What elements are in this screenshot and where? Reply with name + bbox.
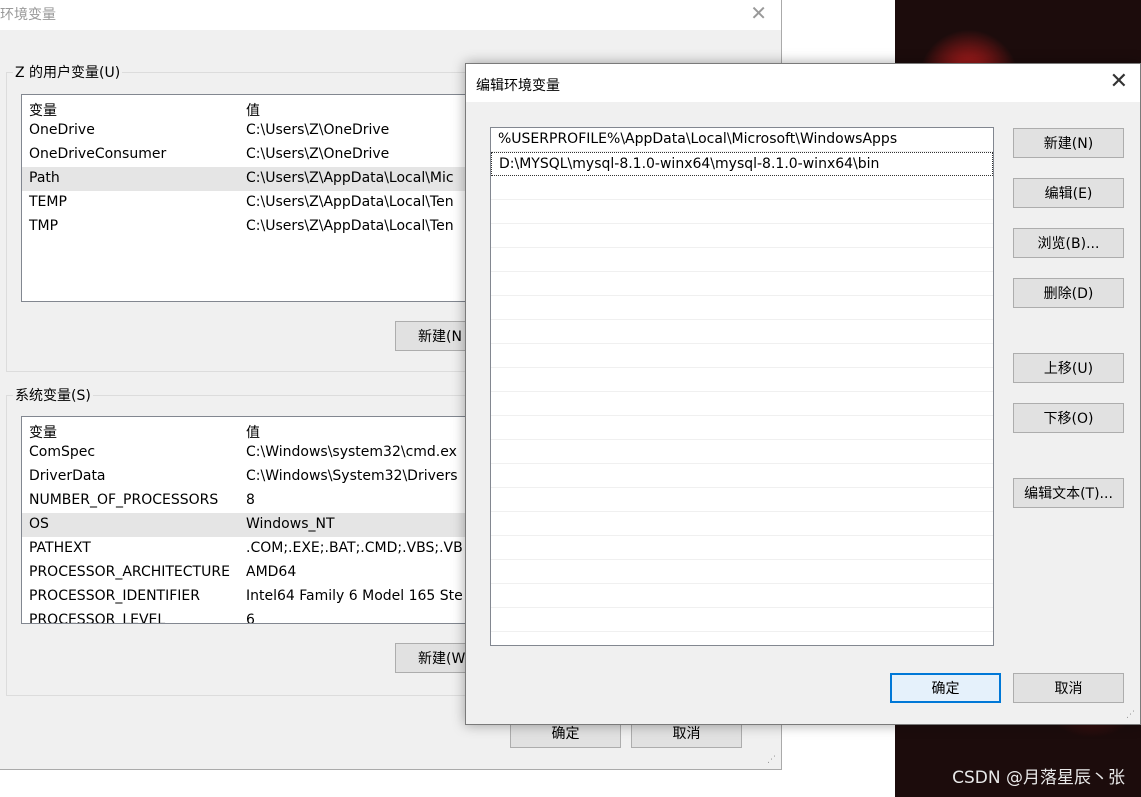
empty-row[interactable] <box>491 344 993 368</box>
list-item[interactable]: %USERPROFILE%\AppData\Local\Microsoft\Wi… <box>491 128 993 152</box>
list-item-focused[interactable]: D:\MYSQL\mysql-8.1.0-winx64\mysql-8.1.0-… <box>491 152 993 176</box>
empty-row[interactable] <box>491 392 993 416</box>
user-variables-legend: Z 的用户变量(U) <box>15 65 121 81</box>
row-name: ComSpec <box>29 444 96 460</box>
empty-row[interactable] <box>491 416 993 440</box>
path-text: %USERPROFILE%\AppData\Local\Microsoft\Wi… <box>498 131 898 147</box>
cancel-button[interactable]: 取消 <box>1013 673 1124 703</box>
title-bar: 环境变量 ✕ <box>0 0 781 30</box>
row-name: PATHEXT <box>29 540 91 556</box>
row-value: .COM;.EXE;.BAT;.CMD;.VBS;.VB <box>246 540 463 556</box>
empty-row[interactable] <box>491 536 993 560</box>
row-value: 8 <box>246 492 255 508</box>
resize-grip-icon[interactable]: ⋰ <box>1126 710 1136 720</box>
dialog-title: 编辑环境变量 <box>476 78 560 94</box>
empty-row[interactable] <box>491 176 993 200</box>
row-name: OS <box>29 516 49 532</box>
row-value: Intel64 Family 6 Model 165 Ste <box>246 588 463 604</box>
close-icon[interactable]: ✕ <box>750 1 767 25</box>
browse-button[interactable]: 浏览(B)... <box>1013 228 1124 258</box>
empty-row[interactable] <box>491 200 993 224</box>
row-value: AMD64 <box>246 564 297 580</box>
empty-row[interactable] <box>491 296 993 320</box>
row-value: C:\Users\Z\OneDrive <box>246 122 390 138</box>
move-up-button[interactable]: 上移(U) <box>1013 353 1124 383</box>
window-title: 环境变量 <box>0 7 56 23</box>
empty-row[interactable] <box>491 584 993 608</box>
column-header-variable[interactable]: 变量 <box>29 100 57 120</box>
column-header-value[interactable]: 值 <box>246 422 260 442</box>
ok-button[interactable]: 确定 <box>890 673 1001 703</box>
row-name: NUMBER_OF_PROCESSORS <box>29 492 219 508</box>
empty-row[interactable] <box>491 488 993 512</box>
row-name: PROCESSOR_LEVEL <box>29 612 166 624</box>
row-value: C:\Windows\system32\cmd.ex <box>246 444 457 460</box>
move-down-button[interactable]: 下移(O) <box>1013 403 1124 433</box>
edit-environment-variable-dialog: 编辑环境变量 ✕ %USERPROFILE%\AppData\Local\Mic… <box>465 63 1141 725</box>
path-list[interactable]: %USERPROFILE%\AppData\Local\Microsoft\Wi… <box>490 127 994 646</box>
new-button[interactable]: 新建(N) <box>1013 128 1124 158</box>
row-value: C:\Users\Z\AppData\Local\Mic <box>246 170 454 186</box>
column-header-value[interactable]: 值 <box>246 100 260 120</box>
close-icon[interactable]: ✕ <box>1110 69 1128 94</box>
empty-row[interactable] <box>491 440 993 464</box>
empty-row[interactable] <box>491 224 993 248</box>
row-value: C:\Users\Z\AppData\Local\Ten <box>246 218 454 234</box>
row-value: C:\Windows\System32\Drivers <box>246 468 458 484</box>
dialog-title-bar: 编辑环境变量 ✕ <box>466 64 1140 102</box>
row-value: C:\Users\Z\OneDrive <box>246 146 390 162</box>
row-value: 6 <box>246 612 255 624</box>
column-header-variable[interactable]: 变量 <box>29 422 57 442</box>
path-text: D:\MYSQL\mysql-8.1.0-winx64\mysql-8.1.0-… <box>499 156 880 172</box>
empty-row[interactable] <box>491 560 993 584</box>
row-name: TMP <box>29 218 59 234</box>
row-name: OneDrive <box>29 122 95 138</box>
row-name: DriverData <box>29 468 106 484</box>
system-variables-legend: 系统变量(S) <box>15 388 91 404</box>
empty-row[interactable] <box>491 368 993 392</box>
edit-text-button[interactable]: 编辑文本(T)... <box>1013 478 1124 508</box>
row-name: OneDriveConsumer <box>29 146 167 162</box>
empty-row[interactable] <box>491 464 993 488</box>
empty-row[interactable] <box>491 608 993 632</box>
row-name: PROCESSOR_ARCHITECTURE <box>29 564 230 580</box>
empty-row[interactable] <box>491 248 993 272</box>
row-value: C:\Users\Z\AppData\Local\Ten <box>246 194 454 210</box>
resize-grip-icon[interactable]: ⋰ <box>767 755 777 765</box>
edit-button[interactable]: 编辑(E) <box>1013 178 1124 208</box>
empty-row[interactable] <box>491 512 993 536</box>
empty-row[interactable] <box>491 272 993 296</box>
watermark: CSDN @月落星辰丶张 <box>952 768 1125 788</box>
row-name: Path <box>29 170 60 186</box>
empty-row[interactable] <box>491 320 993 344</box>
row-name: PROCESSOR_IDENTIFIER <box>29 588 200 604</box>
delete-button[interactable]: 删除(D) <box>1013 278 1124 308</box>
row-name: TEMP <box>29 194 67 210</box>
row-value: Windows_NT <box>246 516 335 532</box>
